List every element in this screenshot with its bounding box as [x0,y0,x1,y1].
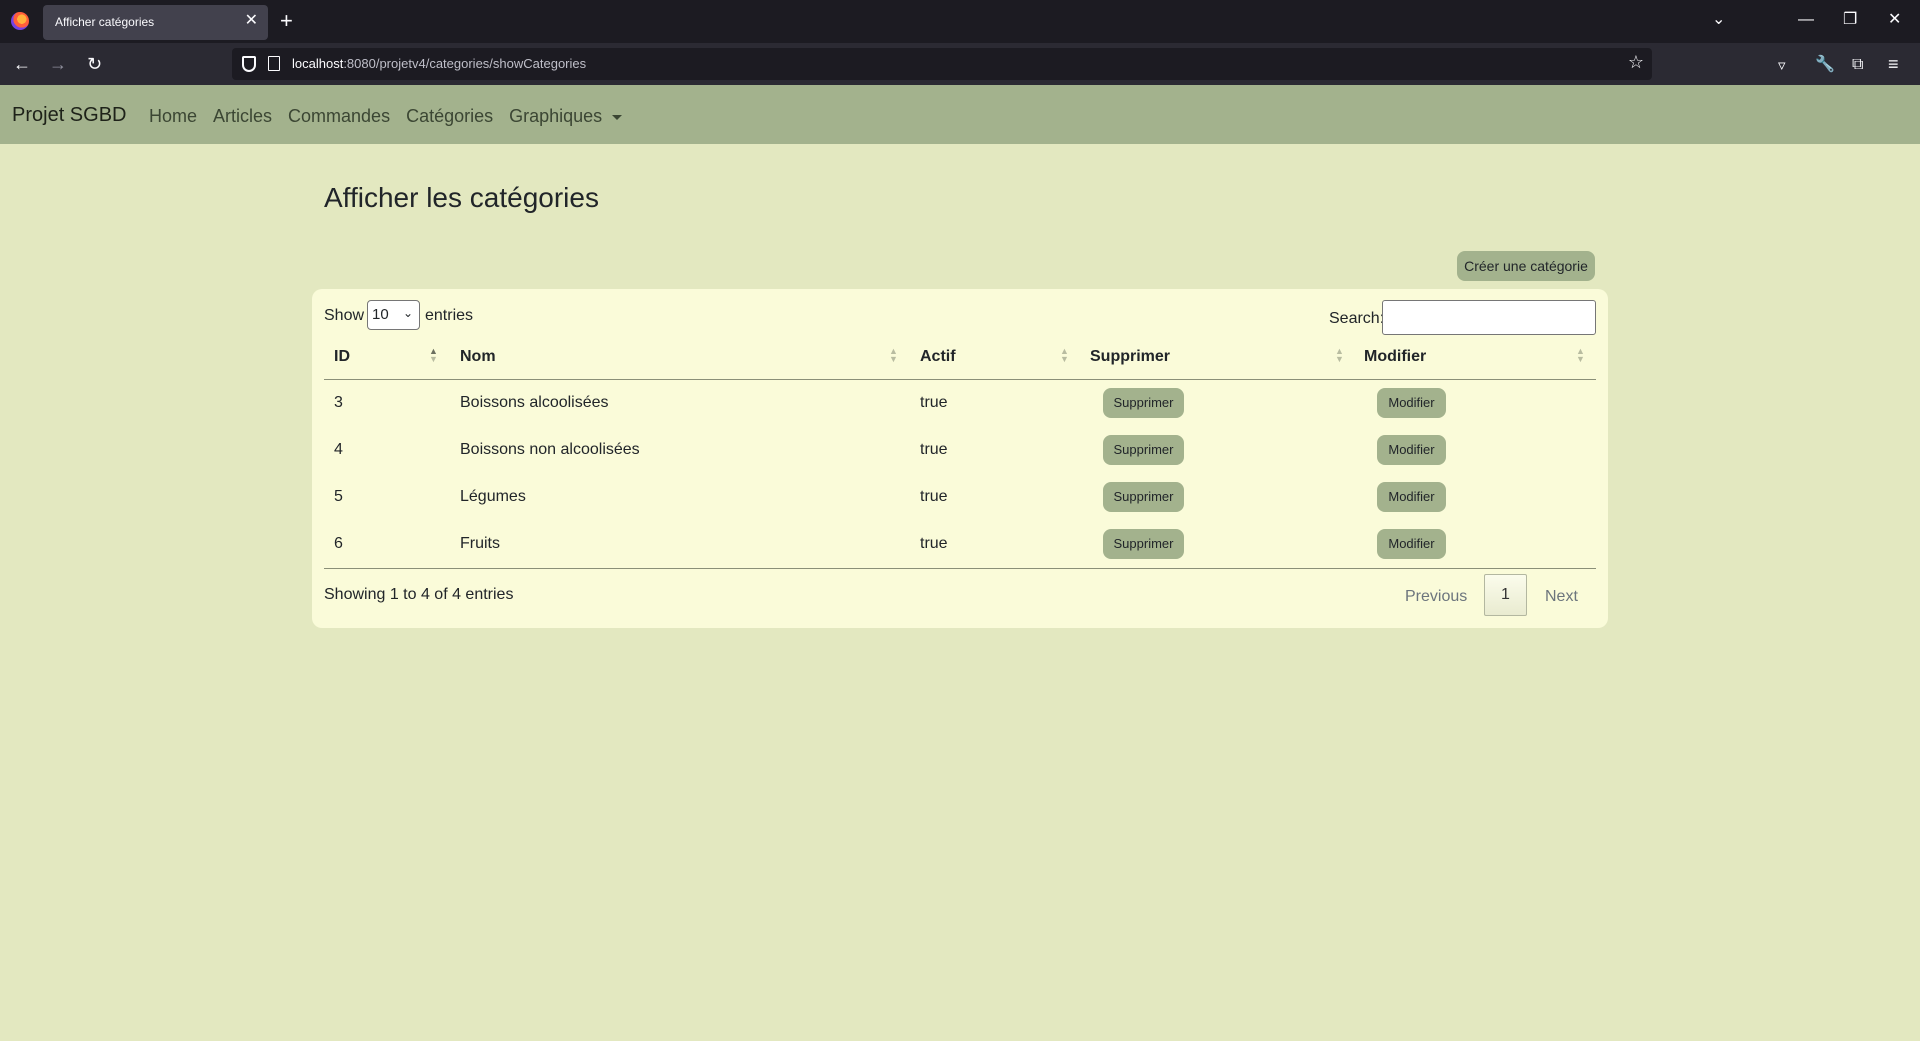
show-label: Show [324,307,365,324]
url-text[interactable]: localhost:8080/projetv4/categories/showC… [292,56,586,71]
table-row: 6 Fruits true Supprimer Modifier [324,521,1596,568]
cell-actif: true [920,441,948,458]
edit-button[interactable]: Modifier [1377,388,1446,418]
delete-button[interactable]: Supprimer [1103,435,1184,465]
browser-toolbar: ← → ↻ localhost:8080/projetv4/categories… [0,43,1920,85]
close-tab-icon[interactable]: ✕ [245,12,258,30]
delete-button[interactable]: Supprimer [1103,529,1184,559]
restore-icon[interactable]: ❐ [1843,8,1857,32]
cell-nom: Boissons alcoolisées [460,394,609,411]
cell-actif: true [920,394,948,411]
next-page-button[interactable]: Next [1545,588,1578,606]
page-info-icon[interactable] [268,56,280,71]
cell-actif: true [920,488,948,505]
cell-nom: Légumes [460,488,526,505]
search-input[interactable] [1382,300,1596,335]
column-header-modifier[interactable]: Modifier [1364,348,1426,366]
brand[interactable]: Projet SGBD [12,104,126,127]
entries-label: entries [425,307,474,324]
previous-page-button[interactable]: Previous [1405,588,1467,606]
chevron-down-icon: ⌄ [402,306,413,320]
column-header-nom[interactable]: Nom [460,348,496,366]
firefox-logo-icon [11,12,29,30]
nav-home[interactable]: Home [149,106,197,127]
sort-icon[interactable]: ▲ ▼ [1335,347,1344,364]
cell-id: 5 [334,488,343,505]
wrench-icon[interactable]: 🔧 [1815,53,1835,77]
pocket-icon[interactable]: ▿ [1778,54,1786,78]
nav-categories[interactable]: Catégories [406,106,493,127]
edit-button[interactable]: Modifier [1377,482,1446,512]
browser-tab-bar: Afficher catégories ✕ + ⌄ — ❐ ✕ [0,0,1920,43]
nav-links: Home Articles Commandes Catégories Graph… [149,106,638,127]
reload-icon[interactable]: ↻ [87,52,102,76]
table-info: Showing 1 to 4 of 4 entries [324,586,514,603]
sort-asc-icon[interactable]: ▲ ▼ [429,347,438,364]
tracking-protection-shield-icon[interactable] [242,56,256,72]
browser-tab[interactable]: Afficher catégories ✕ [43,5,268,40]
cell-actif: true [920,535,948,552]
cell-id: 3 [334,394,343,411]
url-bar[interactable]: localhost:8080/projetv4/categories/showC… [232,48,1652,80]
delete-button[interactable]: Supprimer [1103,388,1184,418]
cell-nom: Boissons non alcoolisées [460,441,640,458]
new-tab-icon[interactable]: + [280,8,293,34]
extensions-icon[interactable]: ⧉ [1852,53,1863,77]
table-bottom-divider [324,568,1596,569]
forward-icon[interactable]: → [49,52,67,76]
minimize-icon[interactable]: — [1798,8,1814,32]
tab-title: Afficher catégories [55,15,155,29]
sort-icon[interactable]: ▲ ▼ [1060,347,1069,364]
app-navbar: Projet SGBD Home Articles Commandes Caté… [0,85,1920,144]
column-header-supprimer[interactable]: Supprimer [1090,348,1170,366]
page-title: Afficher les catégories [324,182,599,213]
edit-button[interactable]: Modifier [1377,529,1446,559]
list-tabs-chevron-icon[interactable]: ⌄ [1712,9,1725,29]
column-header-id[interactable]: ID [334,348,350,366]
create-category-button[interactable]: Créer une catégorie [1457,251,1595,281]
nav-graphiques-dropdown[interactable]: Graphiques [509,106,623,127]
table-row: 5 Légumes true Supprimer Modifier [324,474,1596,521]
menu-icon[interactable]: ≡ [1888,52,1899,76]
table-row: 3 Boissons alcoolisées true Supprimer Mo… [324,380,1596,427]
nav-articles[interactable]: Articles [213,106,272,127]
categories-table-card: Show 10 ⌄ entries Search: ID ▲ ▼ Nom ▲ ▼ A… [312,289,1608,628]
back-icon[interactable]: ← [13,52,31,76]
page-size-select[interactable]: 10 ⌄ [367,300,420,330]
cell-id: 4 [334,441,343,458]
table-row: 4 Boissons non alcoolisées true Supprime… [324,427,1596,474]
window-close-icon[interactable]: ✕ [1888,8,1901,32]
sort-icon[interactable]: ▲ ▼ [1576,347,1585,364]
dropdown-caret-icon [612,114,623,120]
page-size-value: 10 [372,306,389,323]
page-button-current[interactable]: 1 [1484,574,1527,616]
table-header: ID ▲ ▼ Nom ▲ ▼ Actif ▲ ▼ Supprimer ▲ ▼ Modif… [324,335,1596,380]
search-label: Search: [1329,310,1385,327]
column-header-actif[interactable]: Actif [920,348,956,366]
nav-commandes[interactable]: Commandes [288,106,390,127]
sort-icon[interactable]: ▲ ▼ [889,347,898,364]
bookmark-star-icon[interactable]: ☆ [1628,52,1644,73]
delete-button[interactable]: Supprimer [1103,482,1184,512]
edit-button[interactable]: Modifier [1377,435,1446,465]
cell-nom: Fruits [460,535,500,552]
cell-id: 6 [334,535,343,552]
nav-graphiques-label: Graphiques [509,106,603,126]
